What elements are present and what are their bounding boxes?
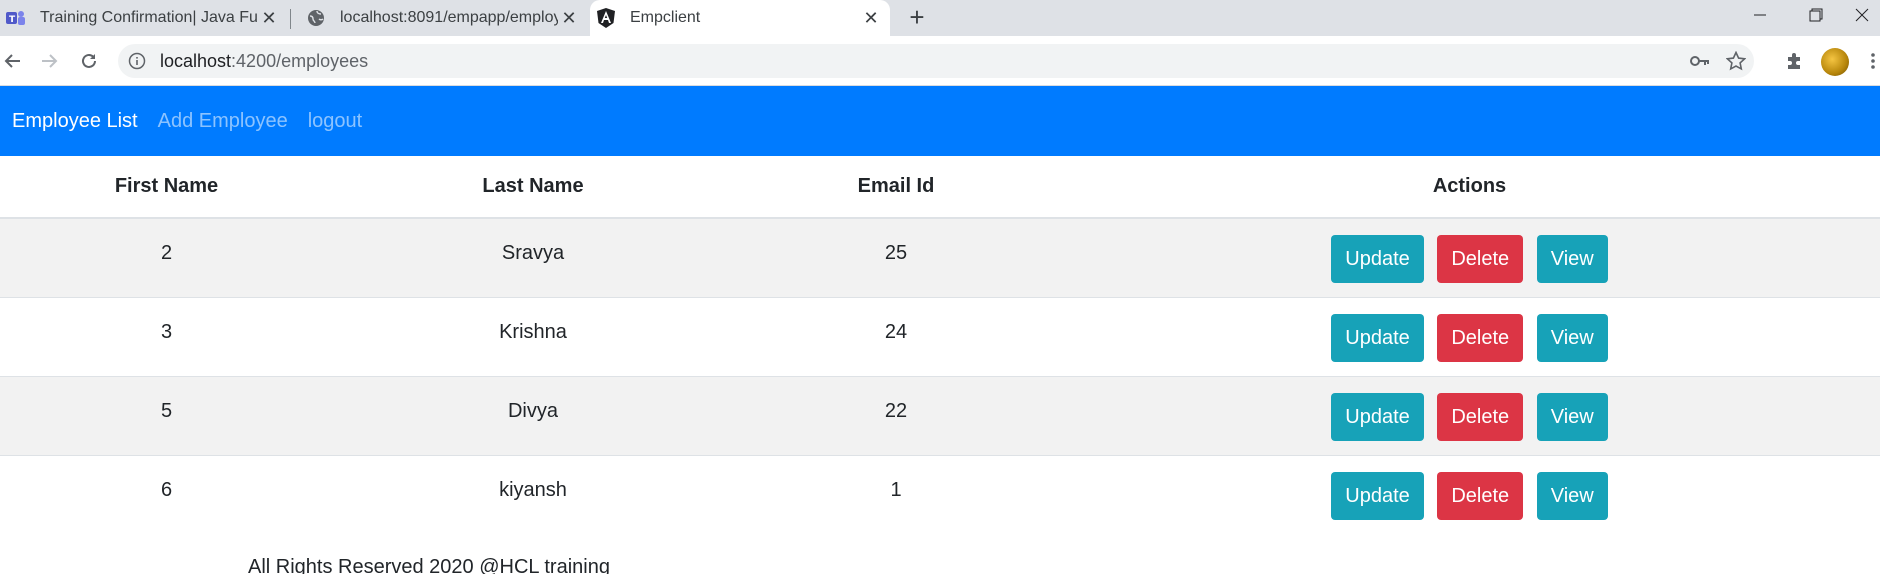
delete-button[interactable]: Delete [1437, 392, 1524, 441]
header-first-name: First Name [0, 156, 333, 219]
star-icon[interactable] [1726, 51, 1746, 71]
close-icon[interactable]: ✕ [558, 7, 580, 29]
teams-icon: T [6, 8, 26, 28]
update-button[interactable]: Update [1331, 392, 1424, 441]
url-path: :4200/employees [231, 51, 369, 71]
back-arrow-icon[interactable] [0, 48, 26, 74]
cell-email-id: 24 [733, 296, 1059, 376]
browser-tabstrip: T Training Confirmation| Java Fullst ✕ l… [0, 0, 1880, 36]
browser-toolbar: localhost:4200/employees [0, 36, 1880, 86]
table-row: 5 Divya 22 Update Delete View [0, 375, 1880, 455]
browser-tab-2[interactable]: localhost:8091/empapp/employe ✕ [300, 0, 588, 36]
globe-icon [306, 8, 326, 28]
employee-table-container: First Name Last Name Email Id Actions 2 … [0, 156, 1880, 534]
app-navbar: Employee List Add Employee logout [0, 86, 1880, 156]
nav-logout[interactable]: logout [308, 110, 363, 133]
employee-table: First Name Last Name Email Id Actions 2 … [0, 156, 1880, 534]
view-button[interactable]: View [1536, 392, 1608, 441]
footer-text: All Rights Reserved 2020 @HCL training [248, 556, 610, 574]
profile-avatar[interactable] [1821, 48, 1849, 76]
table-row: 6 kiyansh 1 Update Delete View [0, 454, 1880, 534]
svg-text:T: T [9, 15, 16, 25]
cell-first-name: 2 [0, 217, 333, 297]
tab-separator [290, 9, 291, 29]
view-button[interactable]: View [1536, 471, 1608, 520]
window-close-button[interactable] [1844, 0, 1880, 30]
forward-arrow-icon[interactable] [36, 48, 62, 74]
cell-email-id: 1 [733, 454, 1059, 534]
table-row: 3 Krishna 24 Update Delete View [0, 296, 1880, 376]
menu-kebab-icon[interactable] [1866, 48, 1880, 74]
cell-last-name: Krishna [333, 296, 733, 376]
key-icon[interactable] [1690, 51, 1710, 71]
browser-tab-1[interactable]: T Training Confirmation| Java Fullst ✕ [0, 0, 288, 36]
update-button[interactable]: Update [1331, 235, 1424, 283]
cell-email-id: 25 [733, 217, 1059, 297]
cell-last-name: Sravya [333, 217, 733, 297]
extensions-icon[interactable] [1782, 48, 1808, 74]
address-bar[interactable]: localhost:4200/employees [118, 44, 1754, 78]
update-button[interactable]: Update [1331, 313, 1424, 362]
url-text[interactable]: localhost:4200/employees [160, 51, 368, 72]
update-button[interactable]: Update [1331, 471, 1424, 520]
delete-button[interactable]: Delete [1437, 471, 1524, 520]
cell-email-id: 22 [733, 375, 1059, 455]
nav-employee-list[interactable]: Employee List [12, 110, 138, 133]
header-email-id: Email Id [733, 156, 1059, 219]
delete-button[interactable]: Delete [1437, 235, 1524, 283]
cell-actions: Update Delete View [1059, 217, 1880, 297]
header-last-name: Last Name [333, 156, 733, 219]
cell-first-name: 6 [0, 454, 333, 534]
restore-button[interactable] [1788, 0, 1844, 30]
header-actions: Actions [1059, 156, 1880, 219]
cell-first-name: 3 [0, 296, 333, 376]
url-host: localhost [160, 51, 232, 71]
cell-actions: Update Delete View [1059, 375, 1880, 455]
close-icon[interactable]: ✕ [258, 7, 280, 29]
cell-last-name: Divya [333, 375, 733, 455]
reload-icon[interactable] [76, 48, 102, 74]
cell-first-name: 5 [0, 375, 333, 455]
delete-button[interactable]: Delete [1437, 313, 1524, 362]
table-row: 2 Sravya 25 Update Delete View [0, 217, 1880, 297]
tab-title: Training Confirmation| Java Fullst [40, 9, 258, 26]
table-header-row: First Name Last Name Email Id Actions [0, 156, 1880, 219]
info-icon[interactable] [128, 52, 146, 75]
cell-actions: Update Delete View [1059, 454, 1880, 534]
new-tab-button[interactable]: + [903, 4, 931, 32]
browser-tab-active[interactable]: Empclient ✕ [590, 0, 890, 36]
minimize-button[interactable] [1732, 0, 1788, 30]
close-icon[interactable]: ✕ [860, 7, 882, 29]
angular-icon [596, 8, 616, 28]
tab-title: Empclient [630, 9, 701, 26]
view-button[interactable]: View [1536, 235, 1608, 283]
tab-title: localhost:8091/empapp/employe [340, 9, 558, 26]
nav-add-employee[interactable]: Add Employee [158, 110, 288, 133]
cell-last-name: kiyansh [333, 454, 733, 534]
view-button[interactable]: View [1536, 313, 1608, 362]
cell-actions: Update Delete View [1059, 296, 1880, 376]
